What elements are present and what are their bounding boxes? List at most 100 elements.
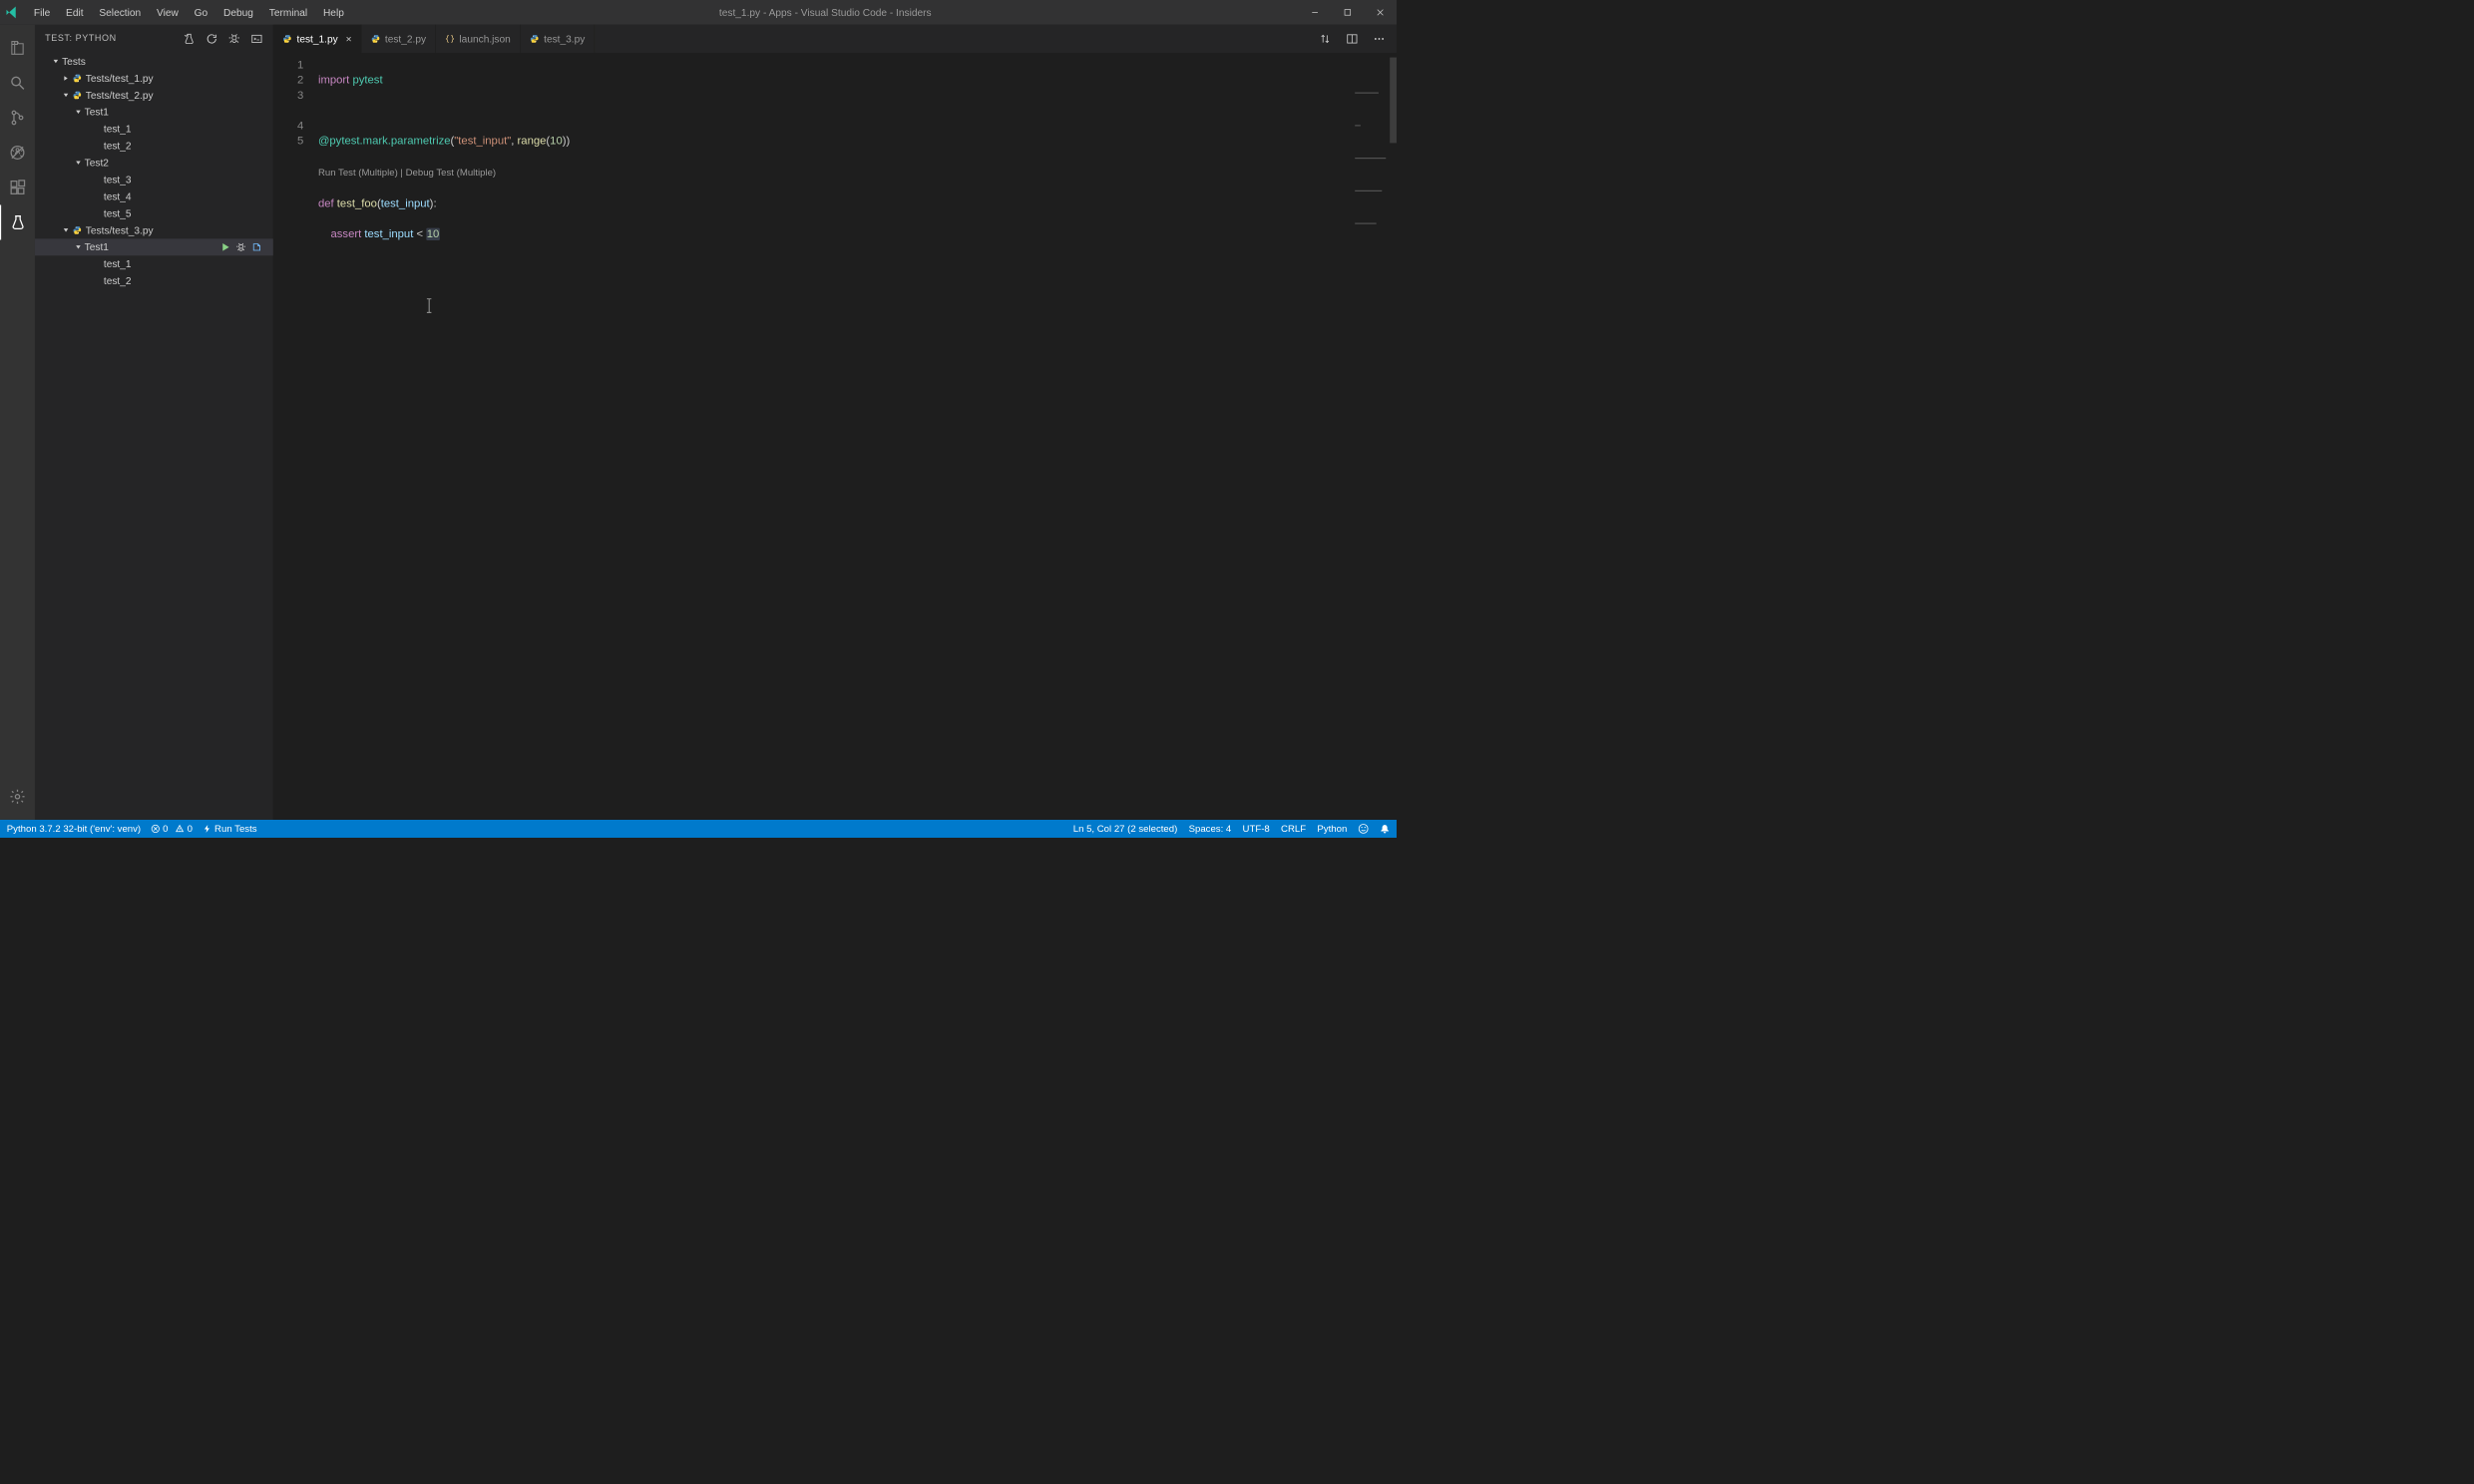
tab-test_3-py[interactable]: test_3.py <box>520 25 595 53</box>
menu-go[interactable]: Go <box>187 0 215 25</box>
tree-item-label: test_3 <box>104 174 132 186</box>
title-bar: FileEditSelectionViewGoDebugTerminalHelp… <box>0 0 1397 25</box>
tree-item[interactable]: test_3 <box>35 172 273 188</box>
chevron-right-icon[interactable] <box>62 76 70 82</box>
python-file-icon <box>529 34 539 44</box>
vscode-insiders-icon <box>5 5 21 21</box>
tree-item[interactable]: Tests/test_2.py <box>35 87 273 104</box>
tab-test_1-py[interactable]: test_1.py × <box>273 25 361 53</box>
tree-item[interactable]: test_1 <box>35 255 273 272</box>
chevron-down-icon[interactable] <box>75 244 83 250</box>
chevron-down-icon[interactable] <box>52 59 60 65</box>
tree-item[interactable]: Tests <box>35 53 273 70</box>
close-button[interactable] <box>1364 0 1397 25</box>
text-cursor-icon <box>394 282 432 333</box>
tree-item[interactable]: Test1 <box>35 104 273 121</box>
tree-item[interactable]: test_5 <box>35 204 273 221</box>
tab-label: test_2.py <box>385 33 426 45</box>
chevron-down-icon[interactable] <box>75 110 83 116</box>
tab-test_2-py[interactable]: test_2.py <box>361 25 436 53</box>
tree-item[interactable]: test_2 <box>35 138 273 155</box>
extensions-icon[interactable] <box>0 170 35 204</box>
tree-item[interactable]: test_4 <box>35 188 273 205</box>
tree-item[interactable]: Test2 <box>35 155 273 172</box>
window-title: test_1.py - Apps - Visual Studio Code - … <box>352 6 1299 18</box>
debug-icon[interactable] <box>0 135 35 170</box>
tree-item-label: Test1 <box>85 241 109 253</box>
code-editor[interactable]: 1 2 3 4 5 import pytest @pytest.mark.par… <box>273 53 1397 820</box>
search-icon[interactable] <box>0 65 35 100</box>
more-actions-icon[interactable] <box>1373 33 1385 45</box>
refresh-icon[interactable] <box>206 33 217 45</box>
tab-label: launch.json <box>459 33 510 45</box>
minimap[interactable] <box>1355 62 1389 76</box>
run-tests-status[interactable]: Run Tests <box>203 823 256 834</box>
sidebar-title: TEST: PYTHON <box>45 34 183 44</box>
lightning-icon <box>203 824 211 833</box>
feedback-icon[interactable] <box>1359 824 1369 834</box>
code-content[interactable]: import pytest @pytest.mark.parametrize("… <box>318 58 1397 820</box>
tab-label: test_3.py <box>544 33 585 45</box>
python-file-icon <box>282 34 292 44</box>
codelens-run-test[interactable]: Run Test (Multiple) <box>318 168 398 179</box>
status-bar: Python 3.7.2 32-bit ('env': venv) 0 0 Ru… <box>0 820 1397 838</box>
settings-gear-icon[interactable] <box>0 779 35 814</box>
tab-launch-json[interactable]: launch.json <box>436 25 521 53</box>
notifications-icon[interactable] <box>1380 824 1390 834</box>
tab-close-icon[interactable]: × <box>346 33 352 45</box>
menu-view[interactable]: View <box>149 0 187 25</box>
chevron-down-icon[interactable] <box>75 160 83 166</box>
menu-edit[interactable]: Edit <box>58 0 91 25</box>
encoding[interactable]: UTF-8 <box>1243 823 1270 834</box>
explorer-icon[interactable] <box>0 30 35 65</box>
tree-item[interactable]: Test1 <box>35 238 273 255</box>
tree-item[interactable]: test_2 <box>35 272 273 289</box>
menu-terminal[interactable]: Terminal <box>261 0 315 25</box>
indentation[interactable]: Spaces: 4 <box>1189 823 1232 834</box>
problems-errors[interactable]: 0 0 <box>151 823 193 834</box>
chevron-down-icon[interactable] <box>62 227 70 233</box>
minimize-button[interactable] <box>1299 0 1332 25</box>
tree-item-label: test_5 <box>104 207 132 219</box>
open-file-icon[interactable] <box>251 242 261 252</box>
tree-item[interactable]: Tests/test_1.py <box>35 70 273 87</box>
maximize-button[interactable] <box>1331 0 1364 25</box>
scrollbar-thumb[interactable] <box>1390 58 1397 144</box>
menu-debug[interactable]: Debug <box>215 0 261 25</box>
tree-item-label: test_1 <box>104 258 132 270</box>
eol[interactable]: CRLF <box>1281 823 1306 834</box>
language-mode[interactable]: Python <box>1317 823 1347 834</box>
debug-icon[interactable] <box>236 242 246 252</box>
compare-changes-icon[interactable] <box>1319 33 1331 45</box>
debug-all-icon[interactable] <box>228 33 240 45</box>
test-tree: TestsTests/test_1.py Tests/test_2.py Test1… <box>35 53 273 289</box>
tree-item[interactable]: Tests/test_3.py <box>35 221 273 238</box>
test-icon[interactable] <box>0 204 35 239</box>
tab-label: test_1.py <box>296 33 337 45</box>
codelens-debug-test[interactable]: Debug Test (Multiple) <box>406 168 497 179</box>
cursor-position[interactable]: Ln 5, Col 27 (2 selected) <box>1073 823 1178 834</box>
source-control-icon[interactable] <box>0 100 35 135</box>
show-output-icon[interactable] <box>250 33 262 45</box>
window-controls <box>1299 0 1397 25</box>
menu-file[interactable]: File <box>26 0 58 25</box>
tree-item-label: test_1 <box>104 123 132 135</box>
split-editor-icon[interactable] <box>1346 33 1358 45</box>
tree-item-label: Tests/test_2.py <box>86 89 154 101</box>
chevron-down-icon[interactable] <box>62 93 70 99</box>
tree-item-label: Tests/test_3.py <box>86 224 154 236</box>
menu-help[interactable]: Help <box>315 0 352 25</box>
menu-selection[interactable]: Selection <box>91 0 149 25</box>
tree-item[interactable]: test_1 <box>35 121 273 138</box>
run-icon[interactable] <box>220 242 230 252</box>
python-interpreter[interactable]: Python 3.7.2 32-bit ('env': venv) <box>7 823 141 834</box>
editor-tabs: test_1.py × test_2.py launch.json test_3.py <box>273 25 1397 53</box>
discover-tests-icon[interactable] <box>183 33 195 45</box>
python-file-icon <box>370 34 380 44</box>
test-explorer-sidebar: TEST: PYTHON TestsTests/test_1.py Tests/t… <box>35 25 273 820</box>
editor-group: test_1.py×test_2.pylaunch.jsontest_3.py … <box>273 25 1397 820</box>
tree-item-label: Test2 <box>85 157 109 169</box>
tree-item-label: test_2 <box>104 140 132 152</box>
error-icon <box>151 824 160 833</box>
warning-icon <box>176 824 185 833</box>
